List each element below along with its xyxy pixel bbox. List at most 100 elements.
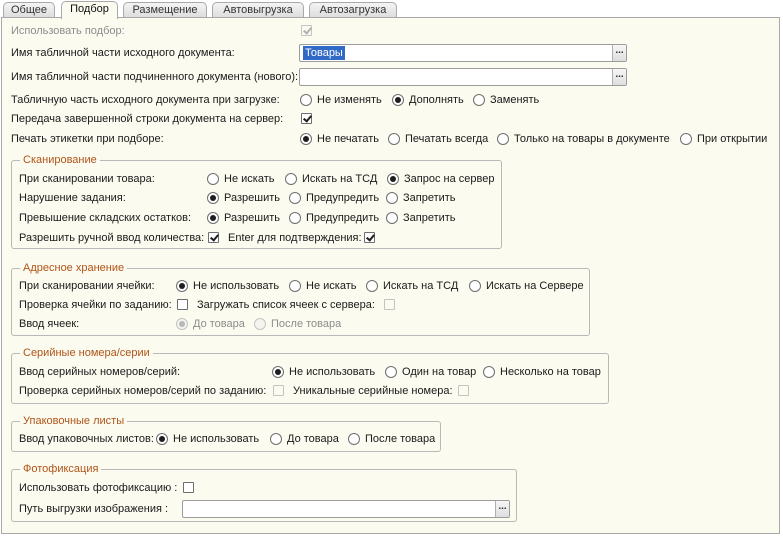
load-mode-option-replace: Заменять: [490, 94, 540, 106]
scan-item-radio-server[interactable]: [387, 173, 399, 185]
check-cell-checkbox[interactable]: [177, 299, 188, 310]
source-table-select-button[interactable]: ...: [612, 45, 626, 61]
packing-option-after: После товара: [365, 433, 436, 445]
task-violation-option-warn: Предупредить: [306, 192, 380, 204]
print-radio-only-doc[interactable]: [497, 133, 509, 145]
manual-qty-label: Разрешить ручной ввод количества:: [19, 232, 205, 244]
photo-group-title: Фотофиксация: [20, 462, 102, 476]
serial-input-radio-many[interactable]: [483, 366, 495, 378]
packing-radio-before[interactable]: [270, 433, 282, 445]
print-radio-on-open[interactable]: [680, 133, 692, 145]
scan-cell-option-no-search: Не искать: [306, 280, 357, 292]
task-violation-option-allow: Разрешить: [224, 192, 280, 204]
scan-item-radio-tsd[interactable]: [285, 173, 297, 185]
packing-option-before: До товара: [287, 433, 339, 445]
print-option-on-open: При открытии: [697, 133, 768, 145]
task-violation-radio-deny[interactable]: [386, 192, 398, 204]
source-table-value: Товары: [303, 46, 345, 60]
tab-selection[interactable]: Подбор: [61, 1, 118, 19]
print-label: Печать этикетки при подборе:: [11, 133, 164, 145]
scan-cell-option-tsd: Искать на ТСД: [383, 280, 459, 292]
source-table-label: Имя табличной части исходного документа:: [11, 47, 235, 59]
sub-table-select-button[interactable]: ...: [612, 69, 626, 85]
cell-input-option-after: После товара: [271, 318, 342, 330]
load-cells-checkbox: [384, 299, 395, 310]
serial-input-radio-one[interactable]: [385, 366, 397, 378]
scan-cell-option-server: Искать на Сервере: [486, 280, 584, 292]
print-option-no-print: Не печатать: [317, 133, 379, 145]
cell-input-label: Ввод ячеек:: [19, 318, 80, 330]
packing-radio-after[interactable]: [348, 433, 360, 445]
packing-radio-not-use[interactable]: [156, 433, 168, 445]
tab-placement[interactable]: Размещение: [123, 2, 207, 18]
tab-auto-import[interactable]: Автозагрузка: [309, 2, 397, 18]
serial-check-label: Проверка серийных номеров/серий по задан…: [19, 385, 267, 397]
task-violation-label: Нарушение задания:: [19, 192, 126, 204]
transfer-checkbox[interactable]: [301, 113, 312, 124]
cell-input-option-before: До товара: [193, 318, 245, 330]
cell-input-radio-after: [254, 318, 266, 330]
serial-unique-checkbox: [458, 385, 469, 396]
print-option-only-doc: Только на товары в документе: [514, 133, 670, 145]
photo-path-input[interactable]: ...: [182, 500, 510, 518]
load-mode-radio-no-change[interactable]: [300, 94, 312, 106]
serial-group-title: Серийные номера/серии: [20, 346, 153, 360]
serial-unique-label: Уникальные серийные номера:: [293, 385, 453, 397]
serial-input-label: Ввод серийных номеров/серий:: [19, 366, 181, 378]
serial-check-checkbox: [273, 385, 284, 396]
stock-excess-option-warn: Предупредить: [306, 212, 380, 224]
source-table-input[interactable]: Товары ...: [299, 44, 627, 62]
packing-option-not-use: Не использовать: [173, 433, 260, 445]
scan-cell-radio-no-search[interactable]: [289, 280, 301, 292]
stock-excess-option-deny: Запретить: [403, 212, 456, 224]
scan-item-option-tsd: Искать на ТСД: [302, 173, 378, 185]
serial-input-radio-not-use[interactable]: [272, 366, 284, 378]
photo-path-label: Путь выгрузки изображения :: [19, 503, 169, 515]
load-mode-radio-replace[interactable]: [473, 94, 485, 106]
enter-confirm-checkbox[interactable]: [364, 232, 375, 243]
use-selection-checkbox: [301, 25, 312, 36]
scan-cell-option-not-use: Не использовать: [193, 280, 280, 292]
packing-input-label: Ввод упаковочных листов:: [19, 433, 154, 445]
check-cell-label: Проверка ячейки по заданию:: [19, 299, 172, 311]
sub-table-input[interactable]: ...: [299, 68, 627, 86]
stock-excess-radio-deny[interactable]: [386, 212, 398, 224]
tab-auto-export[interactable]: Автовыгрузка: [212, 2, 304, 18]
print-radio-no-print[interactable]: [300, 133, 312, 145]
scan-cell-radio-tsd[interactable]: [366, 280, 378, 292]
load-mode-label: Табличную часть исходного документа при …: [11, 94, 280, 106]
scan-cell-radio-server[interactable]: [469, 280, 481, 292]
load-cells-label: Загружать список ячеек с сервера:: [197, 299, 375, 311]
task-violation-radio-warn[interactable]: [289, 192, 301, 204]
serial-input-option-many: Несколько на товар: [500, 366, 601, 378]
cell-input-radio-before: [176, 318, 188, 330]
photo-use-checkbox[interactable]: [183, 482, 194, 493]
task-violation-option-deny: Запретить: [403, 192, 456, 204]
print-radio-always[interactable]: [388, 133, 400, 145]
load-mode-radio-append[interactable]: [392, 94, 404, 106]
stock-excess-label: Превышение складских остатков:: [19, 212, 192, 224]
task-violation-radio-allow[interactable]: [207, 192, 219, 204]
scan-item-option-server: Запрос на сервер: [404, 173, 495, 185]
scan-item-label: При сканировании товара:: [19, 173, 155, 185]
enter-confirm-label: Enter для подтверждения:: [228, 232, 362, 244]
serial-input-option-one: Один на товар: [402, 366, 477, 378]
packing-group-title: Упаковочные листы: [20, 414, 128, 428]
stock-excess-radio-warn[interactable]: [289, 212, 301, 224]
serial-input-option-not-use: Не использовать: [289, 366, 376, 378]
load-mode-option-no-change: Не изменять: [317, 94, 382, 106]
scan-item-option-no-search: Не искать: [224, 173, 275, 185]
tab-general[interactable]: Общее: [3, 2, 55, 18]
scan-cell-radio-not-use[interactable]: [176, 280, 188, 292]
photo-path-select-button[interactable]: ...: [495, 501, 509, 517]
use-selection-label: Использовать подбор:: [11, 25, 125, 37]
scan-item-radio-no-search[interactable]: [207, 173, 219, 185]
transfer-label: Передача завершенной строки документа на…: [11, 113, 284, 125]
scan-group-title: Сканирование: [20, 153, 100, 167]
photo-use-label: Использовать фотофиксацию :: [19, 482, 178, 494]
manual-qty-checkbox[interactable]: [208, 232, 219, 243]
stock-excess-radio-allow[interactable]: [207, 212, 219, 224]
scan-cell-label: При сканировании ячейки:: [19, 280, 155, 292]
load-mode-option-append: Дополнять: [409, 94, 464, 106]
address-group-title: Адресное хранение: [20, 261, 128, 275]
